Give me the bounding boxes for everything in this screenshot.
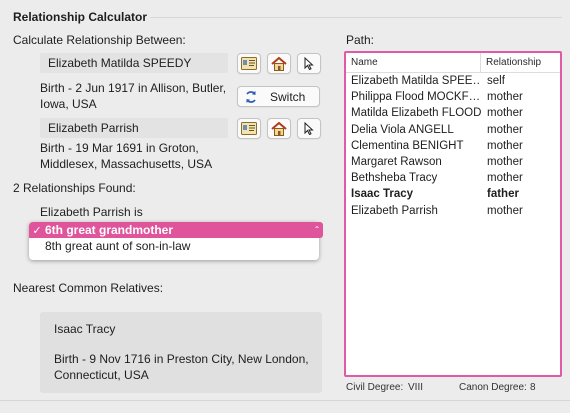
row-relationship-cell: mother (487, 123, 523, 136)
switch-button[interactable]: Switch (237, 86, 320, 107)
civil-degree-label: Civil Degree: (346, 382, 404, 393)
path-table[interactable]: Name Relationship Elizabeth Matilda SPEE… (344, 51, 562, 377)
row-relationship-cell: mother (487, 172, 523, 185)
person1-card-button[interactable] (237, 53, 261, 74)
row-name-cell: Delia Viola ANGELL (351, 123, 454, 136)
person-is-label: Elizabeth Parrish is (40, 205, 143, 219)
row-relationship-cell: mother (487, 107, 523, 120)
person1-home-button[interactable] (267, 53, 291, 74)
title-divider (150, 17, 562, 18)
pointer-icon (304, 122, 314, 135)
row-name-cell: Matilda Elizabeth FLOOD (351, 107, 481, 120)
path-label: Path: (346, 33, 375, 47)
common-relative-birth: Birth - 9 Nov 1716 in Preston City, New … (54, 352, 309, 382)
person2-birth: Birth - 19 Mar 1691 in Groton, Middlesex… (40, 141, 213, 171)
checkmark-icon: ✓ (32, 224, 42, 237)
row-name-cell: Elizabeth Matilda SPEE… (351, 75, 481, 88)
switch-label: Switch (270, 89, 306, 104)
common-relative-box: Isaac Tracy Birth - 9 Nov 1716 in Presto… (40, 312, 322, 393)
pointer-icon (304, 57, 314, 70)
row-relationship-cell: father (487, 188, 519, 201)
row-name-cell: Elizabeth Parrish (351, 204, 438, 217)
row-relationship-cell: self (487, 75, 505, 88)
canon-degree-value: 8 (530, 382, 536, 393)
chevron-updown-icon[interactable]: ⌃ (311, 222, 323, 238)
relationship-dropdown-menu[interactable]: ✓ 6th great grandmother 8th great aunt o… (29, 222, 319, 260)
row-relationship-cell: mother (487, 139, 523, 152)
home-icon (271, 121, 287, 136)
card-icon (241, 122, 257, 135)
relationship-option-2[interactable]: 8th great aunt of son-in-law (29, 238, 319, 254)
path-table-body: Elizabeth Matilda SPEE… self Philippa Floo… (346, 73, 560, 219)
person2-card-button[interactable] (237, 118, 261, 139)
window-title: Relationship Calculator (13, 10, 148, 24)
calculate-between-label: Calculate Relationship Between: (13, 33, 186, 47)
row-relationship-cell: mother (487, 156, 523, 169)
table-row[interactable]: Delia Viola ANGELL mother (346, 122, 560, 138)
table-row[interactable]: Philippa Flood MOCKF… mother (346, 89, 560, 105)
row-name-cell: Bethsheba Tracy (351, 172, 438, 185)
switch-arrows-icon (246, 90, 256, 103)
person2-name-field[interactable]: Elizabeth Parrish (40, 118, 228, 138)
table-row[interactable]: Bethsheba Tracy mother (346, 170, 560, 186)
person1-select-button[interactable] (297, 53, 321, 74)
person2-home-button[interactable] (267, 118, 291, 139)
canon-degree-label: Canon Degree: (459, 382, 527, 393)
civil-degree-value: VIII (408, 382, 424, 393)
table-row[interactable]: Elizabeth Matilda SPEE… self (346, 73, 560, 89)
table-row[interactable]: Matilda Elizabeth FLOOD mother (346, 105, 560, 121)
column-header-relationship[interactable]: Relationship (481, 53, 546, 72)
table-row[interactable]: Margaret Rawson mother (346, 154, 560, 170)
row-name-cell: Clementina BENIGHT (351, 139, 464, 152)
common-relatives-label: Nearest Common Relatives: (13, 281, 164, 295)
card-icon (241, 57, 257, 70)
relationship-option-label: 8th great aunt of son-in-law (45, 239, 191, 253)
person2-select-button[interactable] (297, 118, 321, 139)
person1-name-field[interactable]: Elizabeth Matilda SPEEDY (40, 53, 228, 73)
table-row[interactable]: Clementina BENIGHT mother (346, 138, 560, 154)
column-header-name[interactable]: Name (346, 53, 481, 72)
row-relationship-cell: mother (487, 91, 523, 104)
relationships-found-label: 2 Relationships Found: (13, 181, 136, 195)
row-name-cell: Philippa Flood MOCKF… (351, 91, 481, 104)
table-row[interactable]: Elizabeth Parrish mother (346, 203, 560, 219)
row-relationship-cell: mother (487, 204, 523, 217)
relationship-option-label: 6th great grandmother (45, 223, 174, 237)
common-relative-name: Isaac Tracy (54, 322, 116, 336)
path-table-header: Name Relationship (346, 53, 560, 73)
row-name-cell: Isaac Tracy (351, 188, 414, 201)
table-row[interactable]: Isaac Tracy father (346, 186, 560, 202)
relationship-option-1[interactable]: ✓ 6th great grandmother (29, 222, 319, 238)
row-name-cell: Margaret Rawson (351, 156, 442, 169)
bottom-divider (0, 400, 570, 401)
person1-birth: Birth - 2 Jun 1917 in Allison, Butler, I… (40, 81, 227, 111)
home-icon (271, 56, 287, 71)
